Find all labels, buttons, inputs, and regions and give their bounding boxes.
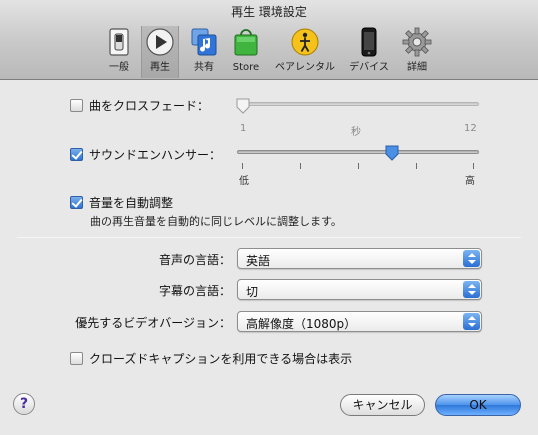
crossfade-row: 曲をクロスフェード： [70,97,209,114]
sound-check-row: 音量を自動調整 [70,194,173,211]
closed-captions-row: クローズドキャプションを利用できる場合は表示 [70,350,352,367]
preferred-video-popup[interactable]: 高解像度（1080p） [237,311,482,332]
gear-icon [402,27,432,57]
preferred-video-label: 優先するビデオバージョン： [75,316,231,330]
audio-language-label: 音声の言語： [158,253,231,267]
tab-store-label: Store [232,62,260,73]
sound-check-description: 曲の再生音量を自動的に同じレベルに調整します。 [90,215,342,228]
sharing-icon [191,28,217,56]
popup-arrows-icon [463,313,480,330]
tab-advanced-label: 詳細 [407,62,427,73]
sound-enhancer-label: サウンドエンハンサー： [89,148,222,162]
section-divider [17,237,521,238]
preferences-panel: 曲をクロスフェード： 1 秒 12 サウンドエンハンサー： 低 高 音量を自動調… [0,81,538,435]
tick [300,163,301,169]
audio-language-popup[interactable]: 英語 [237,248,482,269]
title-toolbar: 再生 環境設定 一般 再生 共有 Store ペアレンタル デバイス 詳細 [0,0,538,80]
tab-general[interactable]: 一般 [100,26,138,78]
general-switch-icon [109,28,129,56]
playback-icon [146,28,174,56]
tab-store[interactable]: Store [227,26,265,78]
cancel-button[interactable]: キャンセル [340,394,425,416]
subtitle-language-label: 字幕の言語： [158,284,231,298]
tab-parental[interactable]: ペアレンタル [270,26,340,78]
closed-captions-label: クローズドキャプションを利用できる場合は表示 [89,352,353,366]
sound-enhancer-row: サウンドエンハンサー： [70,146,221,163]
tick [416,163,417,169]
subtitle-language-popup[interactable]: 切 [237,279,482,300]
ok-button[interactable]: OK [435,394,521,416]
help-button[interactable]: ? [13,393,35,415]
tick [358,163,359,169]
crossfade-min-label: 1 [240,123,247,134]
crossfade-checkbox[interactable] [70,99,83,112]
sound-enhancer-checkbox[interactable] [70,148,83,161]
crossfade-slider-thumb[interactable] [236,98,250,114]
tab-parental-label: ペアレンタル [275,62,335,73]
crossfade-label: 曲をクロスフェード： [89,99,210,113]
closed-captions-checkbox[interactable] [70,352,83,365]
sound-enhancer-slider-thumb[interactable] [385,145,399,161]
tab-sharing[interactable]: 共有 [185,26,223,78]
tick [473,163,474,169]
device-icon [361,27,377,57]
store-bag-icon [234,29,258,56]
tab-advanced[interactable]: 詳細 [398,26,436,78]
tick [242,163,243,169]
sound-enhancer-low-label: 低 [239,176,249,187]
popup-arrows-icon [463,281,480,298]
sound-enhancer-ticks [237,163,479,169]
sound-enhancer-high-label: 高 [465,176,475,187]
popup-arrows-icon [463,250,480,267]
crossfade-unit-label: 秒 [351,127,361,138]
tab-devices[interactable]: デバイス [345,26,393,78]
tab-devices-label: デバイス [349,62,389,73]
tab-playback-label: 再生 [150,62,170,73]
tab-general-label: 一般 [109,62,129,73]
sound-check-checkbox[interactable] [70,196,83,209]
sound-check-label: 音量を自動調整 [89,196,174,210]
tab-sharing-label: 共有 [194,62,214,73]
parental-icon [291,28,319,56]
preferred-video-value: 高解像度（1080p） [246,317,357,331]
window-title: 再生 環境設定 [231,5,307,19]
sound-enhancer-slider[interactable] [237,150,479,154]
subtitle-language-value: 切 [246,285,259,299]
crossfade-slider[interactable] [237,102,479,106]
tab-playback[interactable]: 再生 [141,26,179,78]
audio-language-value: 英語 [246,254,271,268]
crossfade-max-label: 12 [464,123,477,134]
